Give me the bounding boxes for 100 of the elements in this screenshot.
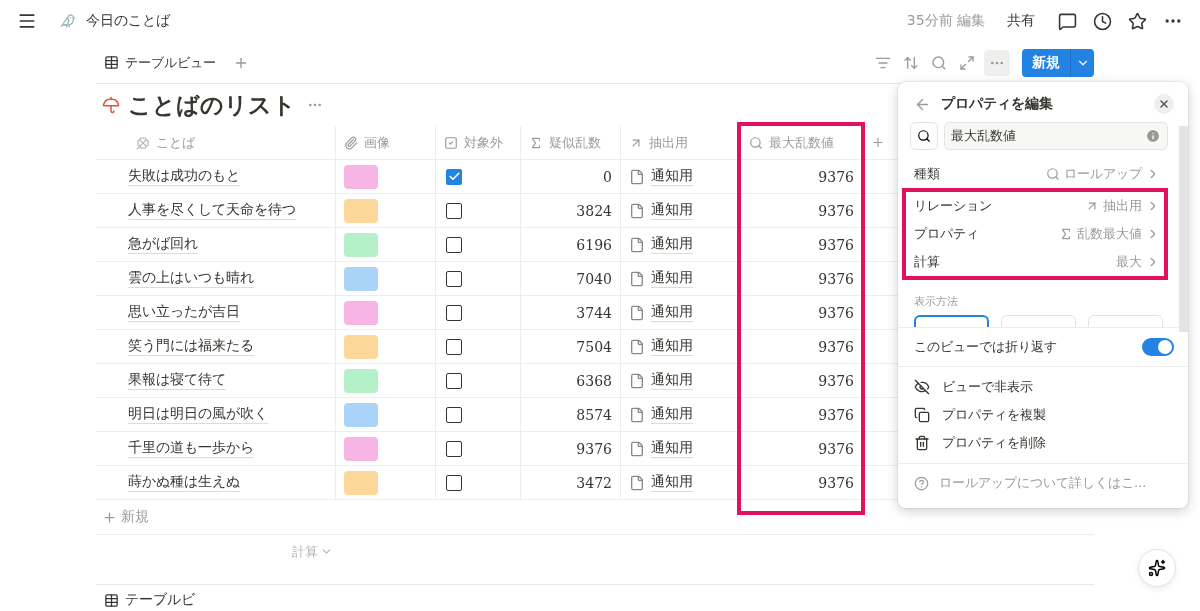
number-value: 7040 — [576, 270, 612, 287]
relation-link[interactable]: 通知用 — [651, 201, 693, 220]
number-value: 9376 — [818, 304, 854, 321]
property-setting[interactable]: リレーション 抽出用 — [910, 192, 1164, 220]
page-icon — [629, 236, 645, 253]
row-title[interactable]: 人事を尽くして天命を待つ — [128, 201, 296, 220]
sigma-icon — [529, 135, 543, 150]
number-value: 9376 — [818, 440, 854, 457]
page-icon — [629, 270, 645, 287]
view-label[interactable]: テーブルビ — [125, 591, 195, 609]
umbrella-icon — [102, 96, 120, 114]
setting-value: 最大 — [1116, 253, 1142, 271]
row-title[interactable]: 失敗は成功のもと — [128, 167, 240, 186]
row-title[interactable]: 急がば回れ — [128, 235, 198, 254]
relation-link[interactable]: 通知用 — [651, 167, 693, 186]
property-setting[interactable]: 計算 最大 — [910, 248, 1164, 276]
database-title: ことばのリスト — [128, 89, 296, 120]
row-title[interactable]: 蒔かぬ種は生えぬ — [128, 473, 240, 492]
table-icon — [104, 55, 119, 70]
paperclip-icon — [344, 135, 358, 150]
icon-picker-button[interactable] — [910, 122, 938, 150]
setting-label: 種類 — [914, 165, 940, 183]
number-value: 3824 — [576, 202, 612, 219]
search-icon — [917, 129, 931, 143]
dropdown-button[interactable] — [1070, 48, 1094, 77]
checkbox-icon — [444, 135, 458, 150]
setting-value: ロールアップ — [1064, 165, 1142, 183]
toggle-switch[interactable] — [1142, 338, 1174, 356]
trash-icon — [914, 435, 930, 451]
number-value: 9376 — [818, 168, 854, 185]
row-title[interactable]: 思い立ったが吉日 — [128, 303, 240, 322]
setting-value: 乱数最大値 — [1077, 225, 1142, 243]
scrollbar[interactable] — [1179, 126, 1188, 332]
number-value: 9376 — [818, 372, 854, 389]
checkbox[interactable] — [446, 372, 462, 389]
number-value: 8574 — [576, 406, 612, 423]
number-value: 6196 — [576, 236, 612, 253]
checkbox[interactable] — [446, 202, 462, 219]
property-setting[interactable]: プロパティ 乱数最大値 — [910, 220, 1164, 248]
number-value: 9376 — [818, 236, 854, 253]
row-title[interactable]: 雲の上はいつも晴れ — [128, 269, 254, 288]
number-value: 9376 — [818, 270, 854, 287]
page-icon — [629, 406, 645, 423]
number-value: 9376 — [818, 474, 854, 491]
clover-icon — [136, 135, 150, 150]
property-name-field[interactable]: 最大乱数値 — [944, 122, 1168, 150]
copy-icon — [914, 407, 930, 423]
search-icon — [1046, 167, 1060, 181]
sparkles-icon — [1148, 559, 1166, 577]
plus-icon — [102, 509, 117, 525]
page-title[interactable]: 今日のことば — [86, 12, 170, 30]
number-value: 0 — [603, 168, 612, 185]
checkbox[interactable] — [446, 236, 462, 253]
menu-item[interactable]: プロパティを複製 — [898, 401, 1188, 429]
row-title[interactable]: 千里の道も一歩から — [128, 439, 254, 458]
number-value: 3744 — [576, 304, 612, 321]
relation-link[interactable]: 通知用 — [651, 473, 693, 492]
relation-link[interactable]: 通知用 — [651, 235, 693, 254]
number-value: 9376 — [818, 338, 854, 355]
view-tab[interactable]: テーブルビュー — [96, 49, 224, 76]
page-icon — [629, 440, 645, 457]
bird-icon — [60, 13, 76, 29]
ai-button[interactable] — [1138, 549, 1176, 587]
checkbox[interactable] — [446, 270, 462, 287]
close-icon — [1158, 98, 1170, 110]
row-title[interactable]: 笑う門には福来たる — [128, 337, 254, 356]
setting-label: 計算 — [914, 253, 940, 271]
checkbox[interactable] — [446, 440, 462, 457]
number-value: 7504 — [576, 338, 612, 355]
page-icon — [629, 338, 645, 355]
relation-link[interactable]: 通知用 — [651, 439, 693, 458]
relation-link[interactable]: 通知用 — [651, 405, 693, 424]
row-title[interactable]: 明日は明日の風が吹く — [128, 405, 268, 424]
share-button[interactable]: 共有 — [1003, 10, 1039, 32]
checkbox[interactable] — [446, 406, 462, 423]
checkbox[interactable] — [446, 168, 462, 185]
table-icon — [104, 592, 119, 608]
close-button[interactable] — [1154, 94, 1174, 114]
checkbox[interactable] — [446, 304, 462, 321]
page-icon — [629, 168, 645, 185]
relation-link[interactable]: 通知用 — [651, 337, 693, 356]
page-icon — [629, 372, 645, 389]
page-icon — [629, 304, 645, 321]
menu-item[interactable]: ビューで非表示 — [898, 373, 1188, 401]
panel-title: プロパティを編集 — [941, 95, 1054, 113]
relation-link[interactable]: 通知用 — [651, 303, 693, 322]
info-icon — [1145, 128, 1161, 144]
checkbox[interactable] — [446, 474, 462, 491]
row-title[interactable]: 果報は寝て待て — [128, 371, 226, 390]
menu-item[interactable]: プロパティを削除 — [898, 429, 1188, 457]
checkbox[interactable] — [446, 338, 462, 355]
new-button[interactable]: 新規 — [1022, 48, 1070, 77]
property-setting[interactable]: 種類 ロールアップ — [910, 160, 1164, 188]
relation-link[interactable]: 通知用 — [651, 269, 693, 288]
number-value: 6368 — [576, 372, 612, 389]
relation-link[interactable]: 通知用 — [651, 371, 693, 390]
number-value: 9376 — [818, 202, 854, 219]
eye-off-icon — [914, 379, 930, 395]
number-value: 9376 — [576, 440, 612, 457]
add-column-icon[interactable] — [871, 135, 885, 150]
